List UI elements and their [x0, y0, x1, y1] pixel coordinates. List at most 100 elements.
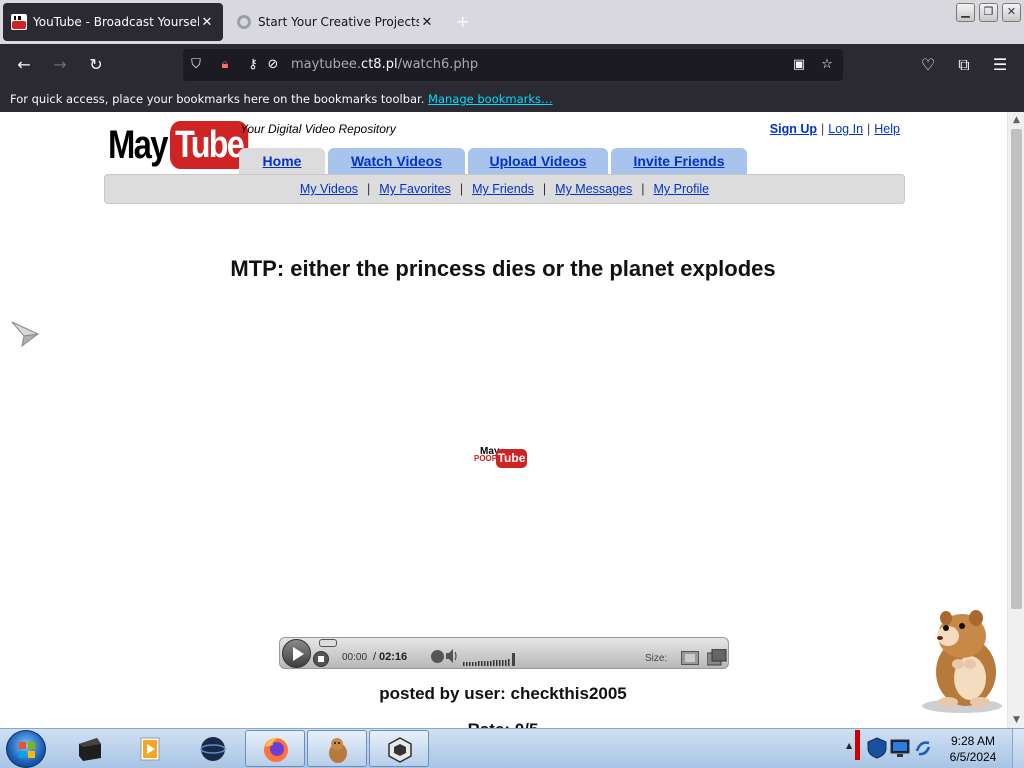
- close-tab-icon[interactable]: ✕: [419, 15, 435, 30]
- paper-plane-cursor-icon: [11, 321, 40, 348]
- reader-view-icon[interactable]: ▣: [791, 57, 807, 73]
- log-in-link[interactable]: Log In: [828, 122, 863, 136]
- link-separator: |: [821, 122, 825, 136]
- reload-icon[interactable]: ↻: [85, 54, 107, 76]
- tab-title: YouTube - Broadcast Yourself.: [33, 15, 199, 29]
- bookmarks-message: For quick access, place your bookmarks h…: [10, 92, 425, 106]
- tab-upload-videos[interactable]: Upload Videos: [468, 148, 608, 174]
- taskbar-item-globe-app[interactable]: [183, 730, 243, 767]
- permissions-icon[interactable]: ⚷: [245, 57, 261, 73]
- scrollbar-thumb[interactable]: [1011, 129, 1022, 609]
- page-viewport: May Tube Your Digital Video Repository S…: [0, 112, 1024, 728]
- menu-icon[interactable]: ☰: [989, 54, 1011, 76]
- video-player-controls: 00:00 / 02:16 Size:: [279, 637, 729, 669]
- mute-button[interactable]: [431, 650, 444, 663]
- size-label: Size:: [645, 653, 668, 664]
- taskbar-item-terminal[interactable]: [60, 730, 120, 767]
- media-player-icon: [140, 737, 160, 761]
- manage-bookmarks-link[interactable]: Manage bookmarks…: [428, 92, 553, 106]
- address-bar[interactable]: ⛉ 🔒︎ ⚷ ⊘ maytubee.ct8.pl/watch6.php ▣ ☆: [183, 49, 843, 81]
- minimize-button[interactable]: ▁: [956, 3, 975, 22]
- tab-creative-projects[interactable]: Start Your Creative Projects and ✕: [228, 3, 443, 41]
- help-link[interactable]: Help: [874, 122, 900, 136]
- my-favorites-link[interactable]: My Favorites: [379, 182, 451, 196]
- speaker-icon[interactable]: [445, 648, 457, 664]
- close-tab-icon[interactable]: ✕: [199, 15, 215, 30]
- link-separator: |: [542, 182, 547, 196]
- loader-logo-side: POOP: [474, 454, 498, 463]
- hamster-app-icon: [329, 738, 347, 763]
- unity-icon: [388, 737, 412, 763]
- sub-navigation: My Videos | My Favorites | My Friends | My Mes…: [104, 174, 905, 204]
- bookmarks-toolbar: For quick access, place your bookmarks h…: [0, 86, 1024, 112]
- link-separator: |: [367, 182, 371, 196]
- extensions-icon[interactable]: ⧉: [953, 54, 975, 76]
- posted-by-user: posted by user: checkthis2005: [379, 684, 627, 703]
- security-shield-icon[interactable]: [866, 737, 888, 759]
- tab-watch-videos[interactable]: Watch Videos: [328, 148, 465, 174]
- network-monitor-icon[interactable]: [889, 737, 911, 759]
- dark-box-icon: [79, 738, 101, 761]
- show-desktop-button[interactable]: [1012, 729, 1024, 768]
- close-window-button[interactable]: ✕: [1002, 3, 1021, 22]
- video-loading-logo: May POOP Tube: [474, 446, 528, 470]
- pocket-icon[interactable]: ♡: [917, 54, 939, 76]
- tab-home-label[interactable]: Home: [263, 153, 302, 169]
- system-clock[interactable]: 9:28 AM 6/5/2024: [935, 733, 1011, 765]
- my-videos-link[interactable]: My Videos: [300, 182, 358, 196]
- tab-home[interactable]: Home: [239, 148, 325, 174]
- scroll-up-icon[interactable]: ▲: [1008, 112, 1024, 128]
- lock-warning-icon[interactable]: 🔒︎: [217, 57, 233, 73]
- clock-time: 9:28 AM: [950, 734, 996, 748]
- loader-logo-tube: Tube: [496, 449, 527, 468]
- taskbar-item-media-player[interactable]: [120, 730, 180, 767]
- new-tab-button[interactable]: +: [456, 12, 469, 31]
- autoplay-blocked-icon[interactable]: ⊘: [265, 57, 281, 73]
- tab-watch-videos-label[interactable]: Watch Videos: [351, 153, 442, 169]
- url-text[interactable]: maytubee.ct8.pl/watch6.php: [291, 57, 478, 72]
- tab-invite-friends-label[interactable]: Invite Friends: [633, 153, 724, 169]
- link-separator: |: [867, 122, 871, 136]
- hamster-mascot-icon: [922, 610, 1002, 713]
- current-time: 00:00: [342, 652, 368, 663]
- info-tag-icon: [319, 639, 337, 647]
- logo-tube: Tube: [170, 121, 249, 169]
- tab-youtube[interactable]: YouTube - Broadcast Yourself. ✕: [3, 3, 223, 41]
- fullscreen-button[interactable]: [707, 649, 727, 666]
- tab-upload-videos-label[interactable]: Upload Videos: [490, 153, 587, 169]
- time-separator: /: [373, 651, 377, 663]
- bookmark-star-icon[interactable]: ☆: [819, 57, 835, 73]
- play-button[interactable]: [282, 639, 311, 668]
- account-links: Sign Up | Log In | Help: [770, 122, 900, 136]
- logo-may: May: [108, 122, 169, 167]
- taskbar-item-hamster-app[interactable]: [307, 730, 367, 767]
- normal-size-button[interactable]: [681, 651, 699, 665]
- windows-flag-icon: [19, 742, 35, 758]
- forward-arrow-icon[interactable]: →: [49, 54, 71, 76]
- sync-tray-icon[interactable]: [914, 739, 932, 757]
- sign-up-link[interactable]: Sign Up: [770, 122, 817, 136]
- firefox-icon: [264, 737, 288, 762]
- tab-invite-friends[interactable]: Invite Friends: [611, 148, 747, 174]
- page-scrollbar[interactable]: ▲ ▼: [1007, 112, 1024, 728]
- taskbar-item-unity[interactable]: [369, 730, 429, 767]
- taskbar-item-firefox[interactable]: [245, 730, 305, 767]
- total-time: 02:16: [379, 651, 408, 663]
- start-button[interactable]: [6, 730, 46, 768]
- restore-button[interactable]: ❐: [979, 3, 998, 22]
- stop-button[interactable]: [313, 651, 329, 667]
- link-separator: |: [641, 182, 645, 196]
- my-messages-link[interactable]: My Messages: [555, 182, 632, 196]
- video-title: MTP: either the princess dies or the pla…: [230, 256, 776, 281]
- globe-icon: [237, 15, 251, 29]
- scroll-down-icon[interactable]: ▼: [1008, 712, 1024, 728]
- youtube-favicon-icon: [11, 14, 27, 30]
- volume-slider[interactable]: [463, 653, 518, 666]
- video-rating: Rate: 0/5: [0, 720, 1006, 728]
- my-friends-link[interactable]: My Friends: [472, 182, 534, 196]
- windows-taskbar: ▲ 9:28 AM 6/5/2024: [0, 728, 1024, 768]
- shield-icon[interactable]: ⛉: [188, 57, 204, 73]
- back-arrow-icon[interactable]: ←: [13, 54, 35, 76]
- my-profile-link[interactable]: My Profile: [654, 182, 710, 196]
- show-hidden-icons[interactable]: ▲: [846, 741, 852, 750]
